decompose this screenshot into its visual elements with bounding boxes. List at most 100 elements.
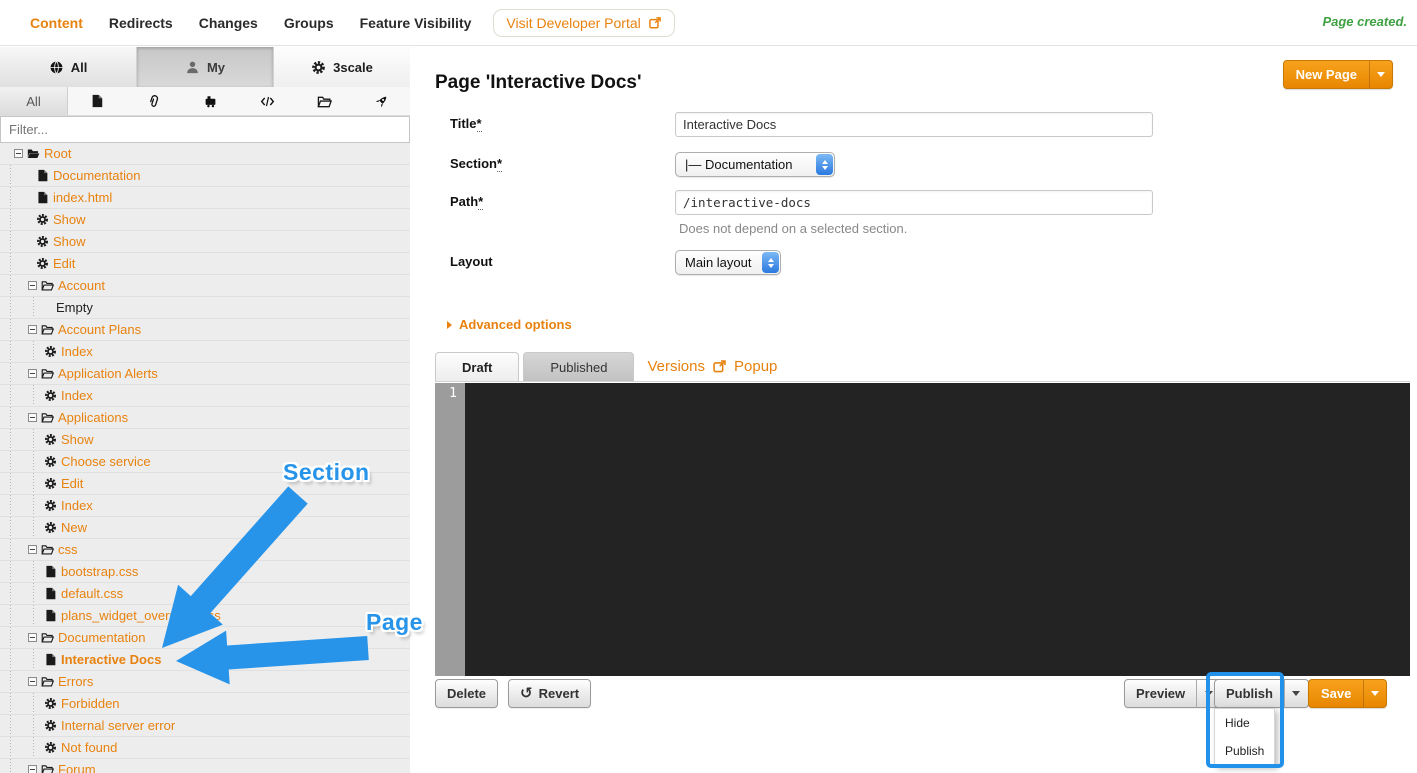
- save-button[interactable]: Save: [1309, 680, 1363, 707]
- nav-item-feature-visibility[interactable]: Feature Visibility: [360, 15, 472, 31]
- paperclip-filter-icon[interactable]: [125, 87, 182, 115]
- editor-text-area[interactable]: [465, 383, 1410, 676]
- nav-item-groups[interactable]: Groups: [284, 15, 334, 31]
- collapse-toggle-icon[interactable]: [28, 325, 37, 334]
- globe-icon: [49, 60, 64, 75]
- save-dropdown-toggle[interactable]: [1363, 680, 1386, 707]
- gear-icon: [36, 235, 49, 248]
- tab-draft[interactable]: Draft: [435, 352, 520, 381]
- tree-item-plans-widget-overrides-css[interactable]: plans_widget_overrides.css: [0, 605, 410, 627]
- folder-filter-icon[interactable]: [296, 87, 353, 115]
- tree-item-forbidden[interactable]: Forbidden: [0, 693, 410, 715]
- tree-item-root[interactable]: Root: [0, 143, 410, 165]
- visit-developer-portal-label: Visit Developer Portal: [506, 14, 641, 31]
- tree-item-internal-server-error[interactable]: Internal server error: [0, 715, 410, 737]
- actions-bar: Delete Revert Preview Publish Save Hide …: [435, 672, 1410, 768]
- tree-item-index[interactable]: Index: [0, 341, 410, 363]
- new-page-dropdown-toggle[interactable]: [1369, 61, 1392, 88]
- file-filter-icon[interactable]: [68, 87, 125, 115]
- collapse-toggle-icon[interactable]: [28, 281, 37, 290]
- nav-item-content[interactable]: Content: [30, 15, 83, 31]
- gear-icon: [44, 697, 57, 710]
- tab-my[interactable]: My: [137, 47, 274, 87]
- collapse-toggle-icon[interactable]: [14, 149, 23, 158]
- layout-select[interactable]: Main layout: [675, 250, 781, 275]
- nav-item-redirects[interactable]: Redirects: [109, 15, 173, 31]
- code-filter-icon[interactable]: [239, 87, 296, 115]
- tree-item-account[interactable]: Account: [0, 275, 410, 297]
- preview-split-button: Preview: [1124, 679, 1222, 708]
- tab-3scale-label: 3scale: [333, 59, 373, 75]
- tree-item-applications[interactable]: Applications: [0, 407, 410, 429]
- tree-item-forum[interactable]: Forum: [0, 759, 410, 773]
- collapse-toggle-icon[interactable]: [28, 765, 37, 773]
- collapse-toggle-icon[interactable]: [28, 677, 37, 686]
- tree-item-bootstrap-css[interactable]: bootstrap.css: [0, 561, 410, 583]
- tree-item-show[interactable]: Show: [0, 429, 410, 451]
- sidebar: All My 3scale All Root Documentation index…: [0, 47, 410, 773]
- revert-button[interactable]: Revert: [508, 679, 592, 708]
- tree-item-label: Errors: [58, 674, 94, 689]
- tree-item-documentation[interactable]: Documentation: [0, 165, 410, 187]
- tree-item-application-alerts[interactable]: Application Alerts: [0, 363, 410, 385]
- portlet-filter-icon[interactable]: [182, 87, 239, 115]
- publish-dropdown-toggle[interactable]: [1283, 680, 1308, 707]
- tree-item-account-plans[interactable]: Account Plans: [0, 319, 410, 341]
- preview-button[interactable]: Preview: [1125, 680, 1196, 707]
- delete-button[interactable]: Delete: [435, 679, 499, 708]
- filter-all-tab[interactable]: All: [0, 87, 68, 115]
- collapse-toggle-icon[interactable]: [28, 633, 37, 642]
- tree-item-choose-service[interactable]: Choose service: [0, 451, 410, 473]
- tab-3scale[interactable]: 3scale: [274, 47, 410, 87]
- advanced-options-toggle[interactable]: Advanced options: [447, 317, 572, 332]
- tree-item-label: Choose service: [61, 454, 151, 469]
- gear-icon: [36, 213, 49, 226]
- tree-item-label: New: [61, 520, 88, 535]
- tree-item-errors[interactable]: Errors: [0, 671, 410, 693]
- rocket-filter-icon[interactable]: [353, 87, 410, 115]
- collapse-toggle-icon[interactable]: [28, 413, 37, 422]
- tree-item-label: Forum: [58, 762, 96, 773]
- visit-developer-portal-button[interactable]: Visit Developer Portal: [493, 8, 675, 37]
- tree-item-show[interactable]: Show: [0, 209, 410, 231]
- versions-link[interactable]: Versions: [647, 358, 705, 375]
- layout-select-value: Main layout: [685, 255, 752, 270]
- file-icon: [36, 169, 49, 182]
- tree-item-index-html[interactable]: index.html: [0, 187, 410, 209]
- folder-icon: [41, 675, 54, 688]
- tree-item-not-found[interactable]: Not found: [0, 737, 410, 759]
- collapse-toggle-icon[interactable]: [28, 545, 37, 554]
- collapse-toggle-icon[interactable]: [28, 369, 37, 378]
- filter-input[interactable]: [0, 116, 410, 143]
- tree-item-index[interactable]: Index: [0, 385, 410, 407]
- publish-menu-item-publish[interactable]: Publish: [1215, 737, 1274, 765]
- tab-all[interactable]: All: [0, 47, 137, 87]
- tree-item-edit[interactable]: Edit: [0, 253, 410, 275]
- tree-item-empty[interactable]: Empty: [0, 297, 410, 319]
- folder-icon: [41, 279, 54, 292]
- publish-menu-item-hide[interactable]: Hide: [1215, 709, 1274, 737]
- tree-item-index[interactable]: Index: [0, 495, 410, 517]
- tree-item-new[interactable]: New: [0, 517, 410, 539]
- path-label: Path*: [450, 194, 484, 210]
- tree-item-label: Edit: [53, 256, 76, 271]
- popup-link[interactable]: Popup: [734, 358, 777, 375]
- section-select[interactable]: |— Documentation: [675, 152, 835, 177]
- gear-icon: [44, 521, 57, 534]
- tree-item-documentation[interactable]: Documentation: [0, 627, 410, 649]
- tree-item-default-css[interactable]: default.css: [0, 583, 410, 605]
- nav-item-changes[interactable]: Changes: [199, 15, 258, 31]
- tree-item-edit[interactable]: Edit: [0, 473, 410, 495]
- tree-item-interactive-docs[interactable]: Interactive Docs: [0, 649, 410, 671]
- publish-button[interactable]: Publish: [1215, 680, 1284, 707]
- tree-item-css[interactable]: css: [0, 539, 410, 561]
- new-page-button[interactable]: New Page: [1284, 61, 1369, 88]
- publish-split-button: Publish: [1214, 679, 1309, 708]
- title-input[interactable]: [675, 112, 1153, 137]
- path-input[interactable]: [675, 190, 1153, 215]
- person-icon: [185, 60, 200, 75]
- tree-item-show[interactable]: Show: [0, 231, 410, 253]
- tab-published[interactable]: Published: [523, 352, 635, 381]
- tree-item-label: Edit: [61, 476, 84, 491]
- tree-item-label: Account: [58, 278, 105, 293]
